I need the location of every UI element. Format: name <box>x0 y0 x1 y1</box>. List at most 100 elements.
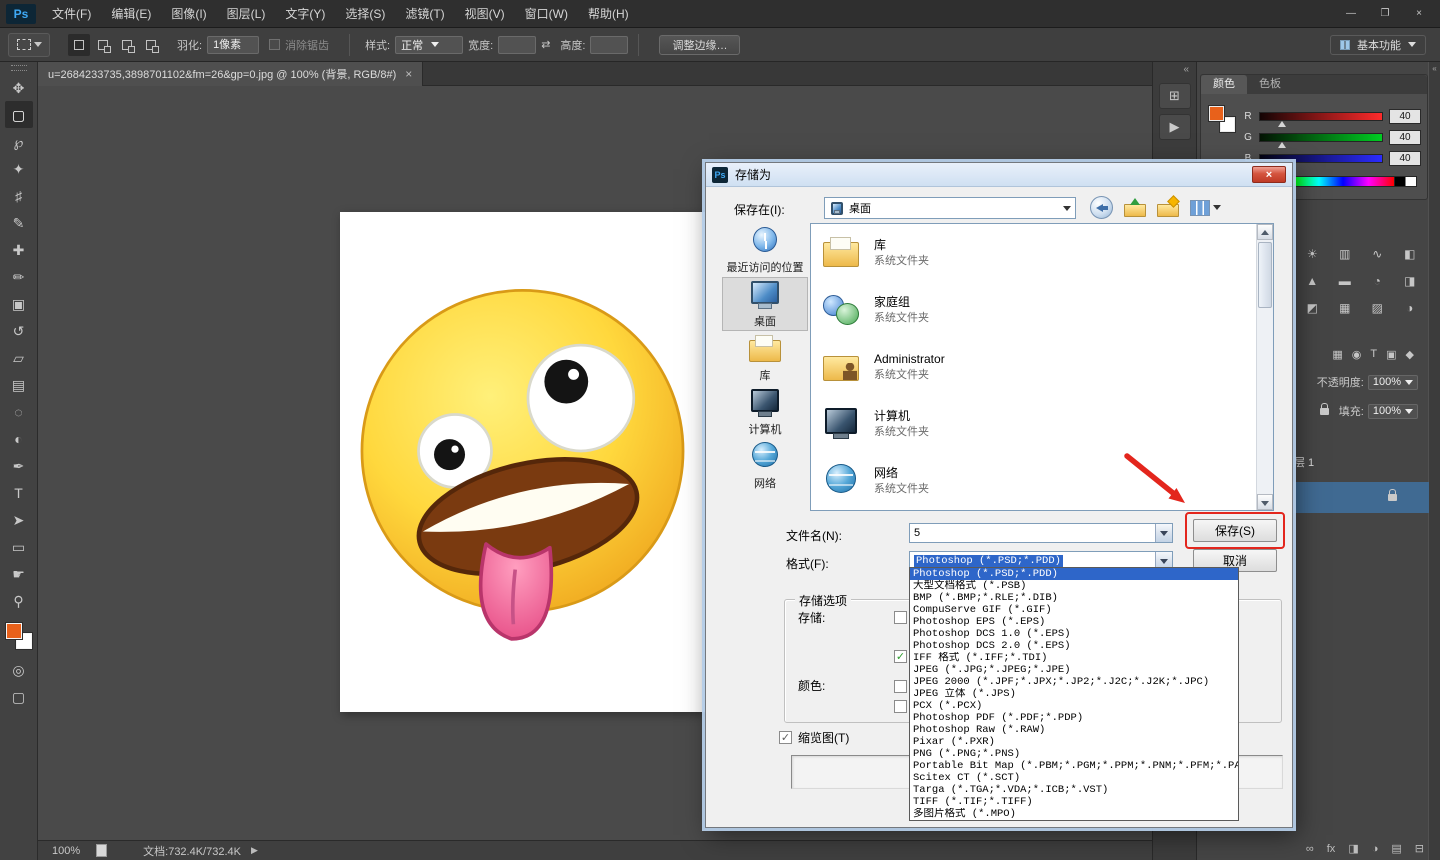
format-option[interactable]: TIFF (*.TIF;*.TIFF) <box>910 796 1238 808</box>
eyedropper-tool[interactable]: ✎ <box>5 209 33 236</box>
menu-item[interactable]: 图像(I) <box>161 0 216 28</box>
scroll-down-button[interactable] <box>1257 494 1273 510</box>
workspace-switcher[interactable]: 基本功能 <box>1330 35 1426 55</box>
image-artboard[interactable] <box>340 212 705 712</box>
fill-value[interactable]: 100% <box>1368 404 1418 419</box>
invert-icon[interactable]: ◑ <box>1398 300 1423 316</box>
color-option-checkbox[interactable] <box>894 680 907 693</box>
chevron-down-icon[interactable] <box>1155 524 1172 542</box>
view-menu-button[interactable] <box>1190 200 1221 216</box>
save-button[interactable]: 保存(S) <box>1193 519 1277 542</box>
effect-filter-icon[interactable]: ◉ <box>1352 348 1362 361</box>
foreground-color-swatch[interactable] <box>1209 106 1224 121</box>
color-option-checkbox-2[interactable] <box>894 700 907 713</box>
curves-icon[interactable]: ∿ <box>1365 246 1390 262</box>
layer-group-icon[interactable]: ▤ <box>1391 844 1401 855</box>
filename-input[interactable]: 5 <box>909 523 1173 543</box>
place-recent[interactable]: 最近访问的位置 <box>722 223 808 277</box>
intersect-selection-button[interactable] <box>140 34 162 56</box>
color-swatches[interactable] <box>5 622 33 650</box>
antialias-checkbox[interactable]: 消除锯齿 <box>269 37 329 53</box>
scroll-up-button[interactable] <box>1257 224 1273 240</box>
pen-tool[interactable]: ✒ <box>5 452 33 479</box>
place-libraries[interactable]: 库 <box>722 331 808 385</box>
move-tool[interactable]: ✥ <box>5 74 33 101</box>
minimize-button[interactable]: — <box>1336 5 1366 23</box>
format-option[interactable]: JPEG 2000 (*.JPF;*.JPX;*.JP2;*.J2C;*.J2K… <box>910 676 1238 688</box>
slider-handle-icon[interactable] <box>1278 142 1286 148</box>
lock-icon[interactable] <box>1320 408 1329 415</box>
channel-value[interactable]: 40 <box>1389 130 1421 145</box>
format-option[interactable]: Photoshop EPS (*.EPS) <box>910 616 1238 628</box>
feather-input[interactable]: 1像素 <box>207 36 259 54</box>
document-tab[interactable]: u=2684233735,3898701102&fm=26&gp=0.jpg @… <box>38 62 423 86</box>
clone-source-panel-icon[interactable]: ⊞ <box>1159 83 1191 109</box>
channel-value[interactable]: 40 <box>1389 151 1421 166</box>
menu-item[interactable]: 文字(Y) <box>275 0 335 28</box>
layer-mask-icon[interactable]: ◨ <box>1348 844 1358 855</box>
dodge-tool[interactable]: ◐ <box>5 425 33 452</box>
restore-button[interactable]: ❐ <box>1370 5 1400 23</box>
subtract-selection-button[interactable] <box>116 34 138 56</box>
type-filter-icon[interactable]: T <box>1370 348 1377 361</box>
format-option[interactable]: JPEG (*.JPG;*.JPEG;*.JPE) <box>910 664 1238 676</box>
panel-tab[interactable]: 色板 <box>1247 75 1293 94</box>
healing-brush-tool[interactable]: ✚ <box>5 236 33 263</box>
clone-stamp-tool[interactable]: ▣ <box>5 290 33 317</box>
quick-mask-button[interactable]: ◎ <box>5 656 33 683</box>
menu-item[interactable]: 选择(S) <box>335 0 395 28</box>
format-option[interactable]: PNG (*.PNG;*.PNS) <box>910 748 1238 760</box>
history-brush-tool[interactable]: ↺ <box>5 317 33 344</box>
file-row-libraries[interactable]: 库 系统文件夹 <box>811 224 1273 281</box>
delete-layer-icon[interactable]: ⊟ <box>1415 844 1424 855</box>
photo-filter-icon[interactable]: ◩ <box>1300 300 1325 316</box>
channel-slider[interactable] <box>1259 133 1383 142</box>
spectrum-black-white[interactable] <box>1394 177 1416 186</box>
place-computer[interactable]: 计算机 <box>722 385 808 439</box>
crop-tool[interactable]: ♯ <box>5 182 33 209</box>
dialog-title-bar[interactable]: Ps 存储为 × <box>706 163 1292 187</box>
lasso-tool[interactable]: ℘ <box>5 128 33 155</box>
screen-mode-button[interactable]: ▢ <box>5 683 33 710</box>
scrollbar-thumb[interactable] <box>1258 242 1272 308</box>
swap-dimensions-icon[interactable]: ⇄ <box>541 38 550 51</box>
format-option[interactable]: PCX (*.PCX) <box>910 700 1238 712</box>
style-select[interactable]: 正常 <box>395 36 463 54</box>
format-option[interactable]: Photoshop Raw (*.RAW) <box>910 724 1238 736</box>
zoom-level[interactable]: 100% <box>52 845 80 857</box>
shape-filter-icon[interactable]: ▣ <box>1386 348 1396 361</box>
format-option[interactable]: 大型文档格式 (*.PSB) <box>910 580 1238 592</box>
close-button[interactable]: × <box>1404 5 1434 23</box>
format-option[interactable]: Targa (*.TGA;*.VDA;*.ICB;*.VST) <box>910 784 1238 796</box>
color-balance-icon[interactable]: ◔ <box>1365 273 1390 289</box>
tool-preset-picker[interactable] <box>8 33 50 57</box>
adjustment-layer-icon[interactable]: ◑ <box>1372 844 1379 855</box>
tab-close-icon[interactable]: × <box>405 67 412 81</box>
kind-filter-icon[interactable]: ▦ <box>1332 348 1342 361</box>
menu-item[interactable]: 图层(L) <box>217 0 276 28</box>
hue-saturation-icon[interactable]: ▬ <box>1333 273 1358 289</box>
hand-tool[interactable]: ☛ <box>5 560 33 587</box>
format-option[interactable]: Photoshop (*.PSD;*.PDD) <box>910 568 1238 580</box>
rect-marquee-tool[interactable]: ▢ <box>5 101 33 128</box>
gradient-tool[interactable]: ▤ <box>5 371 33 398</box>
place-network[interactable]: 网络 <box>722 439 808 493</box>
menu-item[interactable]: 帮助(H) <box>578 0 639 28</box>
format-option[interactable]: Photoshop PDF (*.PDF;*.PDP) <box>910 712 1238 724</box>
zoom-tool[interactable]: ⚲ <box>5 587 33 614</box>
menu-item[interactable]: 文件(F) <box>42 0 101 28</box>
file-list-scrollbar[interactable] <box>1256 224 1273 510</box>
shape-tool[interactable]: ▭ <box>5 533 33 560</box>
toolbar-grip[interactable] <box>11 65 27 71</box>
file-row-homegroup[interactable]: 家庭组 系统文件夹 <box>811 281 1273 338</box>
exposure-icon[interactable]: ◧ <box>1398 246 1423 262</box>
file-row-network[interactable]: 网络 系统文件夹 <box>811 452 1273 509</box>
layer-effects-icon[interactable]: fx <box>1327 844 1336 855</box>
format-option[interactable]: Portable Bit Map (*.PBM;*.PGM;*.PPM;*.PN… <box>910 760 1238 772</box>
menu-item[interactable]: 滤镜(T) <box>395 0 454 28</box>
new-selection-button[interactable] <box>68 34 90 56</box>
channel-value[interactable]: 40 <box>1389 109 1421 124</box>
eraser-tool[interactable]: ▱ <box>5 344 33 371</box>
format-option[interactable]: 多图片格式 (*.MPO) <box>910 808 1238 820</box>
place-desktop[interactable]: 桌面 <box>722 277 808 331</box>
